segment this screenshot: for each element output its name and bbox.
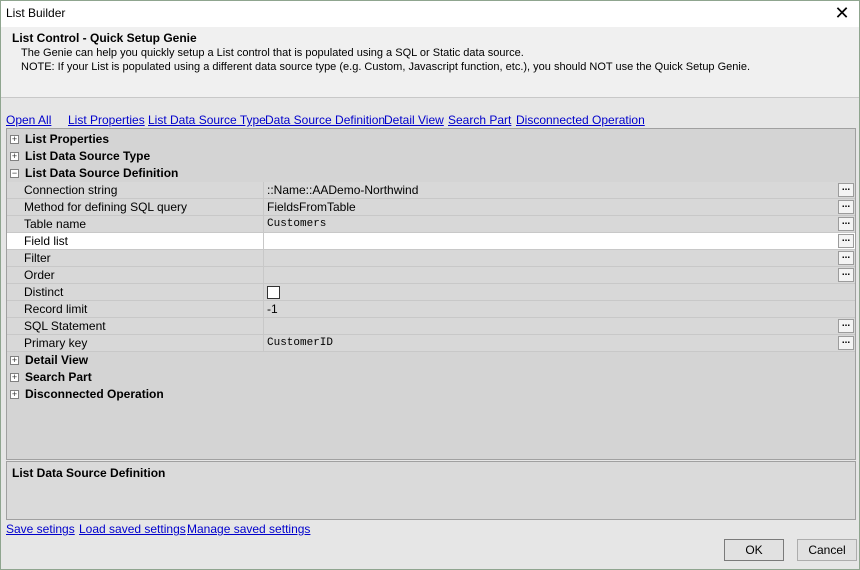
ellipsis-button[interactable]: ... xyxy=(838,268,854,282)
prop-order[interactable]: Order ... xyxy=(7,267,855,284)
header-note: NOTE: If your List is populated using a … xyxy=(21,61,751,73)
ellipsis-button[interactable]: ... xyxy=(838,319,854,333)
category-label: List Data Source Definition xyxy=(25,166,179,180)
nav-list-properties-link[interactable]: List Properties xyxy=(68,113,145,127)
prop-value-field[interactable] xyxy=(263,250,839,266)
collapse-icon[interactable]: − xyxy=(10,169,19,178)
distinct-checkbox[interactable] xyxy=(267,286,280,299)
list-builder-window: List Builder ✕ List Control - Quick Setu… xyxy=(0,0,860,570)
prop-label: Table name xyxy=(24,217,87,231)
nav-open-all-link[interactable]: Open All xyxy=(6,113,51,127)
prop-connection-string[interactable]: Connection string ::Name::AADemo-Northwi… xyxy=(7,182,855,199)
prop-value: Customers xyxy=(267,218,327,230)
manage-saved-settings-link[interactable]: Manage saved settings xyxy=(187,522,310,536)
header-title: List Control - Quick Setup Genie xyxy=(12,31,197,45)
expand-icon[interactable]: + xyxy=(10,135,19,144)
prop-value-field xyxy=(263,284,839,300)
ok-button[interactable]: OK xyxy=(724,539,784,561)
prop-sql-statement[interactable]: SQL Statement ... xyxy=(7,318,855,335)
property-grid: + List Properties + List Data Source Typ… xyxy=(6,128,856,460)
load-saved-settings-link[interactable]: Load saved settings xyxy=(79,522,186,536)
nav-data-source-definition-link[interactable]: Data Source Definition xyxy=(265,113,385,127)
prop-label: SQL Statement xyxy=(24,319,106,333)
ellipsis-button[interactable]: ... xyxy=(838,234,854,248)
nav-search-part-link[interactable]: Search Part xyxy=(448,113,511,127)
prop-value: CustomerID xyxy=(267,337,334,349)
prop-label: Connection string xyxy=(24,183,118,197)
prop-filter[interactable]: Filter ... xyxy=(7,250,855,267)
category-label: List Data Source Type xyxy=(25,149,151,163)
nav-disconnected-operation-link[interactable]: Disconnected Operation xyxy=(516,113,645,127)
ellipsis-button[interactable]: ... xyxy=(838,183,854,197)
prop-value: ::Name::AADemo-Northwind xyxy=(267,183,419,197)
description-panel: List Data Source Definition xyxy=(6,461,856,520)
prop-label: Field list xyxy=(24,234,69,248)
prop-value: FieldsFromTable xyxy=(267,200,356,214)
expand-icon[interactable]: + xyxy=(10,152,19,161)
category-search-part[interactable]: + Search Part xyxy=(7,369,855,386)
category-list-data-source-type[interactable]: + List Data Source Type xyxy=(7,148,855,165)
cancel-button[interactable]: Cancel xyxy=(797,539,857,561)
header-description: The Genie can help you quickly setup a L… xyxy=(21,47,524,59)
prop-value-field[interactable]: ::Name::AADemo-Northwind xyxy=(263,182,839,198)
prop-value-field[interactable]: CustomerID xyxy=(263,335,839,351)
close-icon[interactable]: ✕ xyxy=(831,3,853,23)
prop-label: Record limit xyxy=(24,302,88,316)
prop-distinct[interactable]: Distinct xyxy=(7,284,855,301)
ellipsis-button[interactable]: ... xyxy=(838,336,854,350)
category-disconnected-operation[interactable]: + Disconnected Operation xyxy=(7,386,855,403)
nav-list-data-source-type-link[interactable]: List Data Source Type xyxy=(148,113,266,127)
prop-label: Filter xyxy=(24,251,51,265)
prop-value-field[interactable] xyxy=(263,267,839,283)
prop-value-field[interactable]: Customers xyxy=(263,216,839,232)
prop-record-limit[interactable]: Record limit -1 xyxy=(7,301,855,318)
genie-header: List Control - Quick Setup Genie The Gen… xyxy=(1,27,859,98)
ellipsis-button[interactable]: ... xyxy=(838,217,854,231)
category-list-data-source-definition[interactable]: − List Data Source Definition xyxy=(7,165,855,182)
prop-value-field[interactable]: FieldsFromTable xyxy=(263,199,839,215)
category-detail-view[interactable]: + Detail View xyxy=(7,352,855,369)
category-list-properties[interactable]: + List Properties xyxy=(7,131,855,148)
prop-label: Primary key xyxy=(24,336,88,350)
window-title: List Builder xyxy=(6,6,66,20)
expand-icon[interactable]: + xyxy=(10,390,19,399)
save-settings-link[interactable]: Save setings xyxy=(6,522,75,536)
prop-primary-key[interactable]: Primary key CustomerID ... xyxy=(7,335,855,352)
category-label: List Properties xyxy=(25,132,110,146)
nav-detail-view-link[interactable]: Detail View xyxy=(384,113,444,127)
prop-value-field[interactable] xyxy=(263,233,839,249)
ellipsis-button[interactable]: ... xyxy=(838,200,854,214)
ellipsis-button[interactable]: ... xyxy=(838,251,854,265)
category-label: Disconnected Operation xyxy=(25,387,164,401)
prop-value-field[interactable]: -1 xyxy=(263,301,839,317)
category-label: Detail View xyxy=(25,353,89,367)
prop-table-name[interactable]: Table name Customers ... xyxy=(7,216,855,233)
prop-value-field[interactable] xyxy=(263,318,839,334)
expand-icon[interactable]: + xyxy=(10,356,19,365)
prop-label: Order xyxy=(24,268,55,282)
title-bar: List Builder ✕ xyxy=(1,1,859,27)
prop-value: -1 xyxy=(267,302,278,316)
expand-icon[interactable]: + xyxy=(10,373,19,382)
prop-label: Method for defining SQL query xyxy=(24,200,187,214)
category-label: Search Part xyxy=(25,370,92,384)
description-title: List Data Source Definition xyxy=(12,466,166,480)
prop-method-sql-query[interactable]: Method for defining SQL query FieldsFrom… xyxy=(7,199,855,216)
prop-label: Distinct xyxy=(24,285,64,299)
prop-field-list[interactable]: Field list ... xyxy=(7,233,855,250)
